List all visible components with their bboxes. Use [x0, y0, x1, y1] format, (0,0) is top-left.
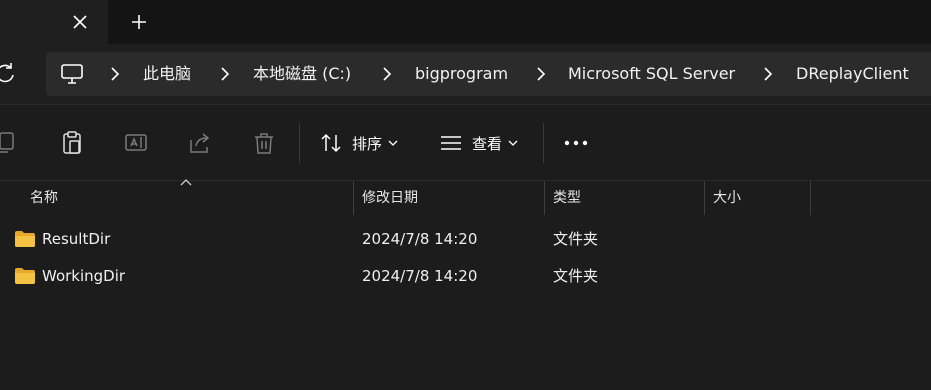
rename-icon[interactable]: [123, 130, 149, 156]
file-row[interactable]: ResultDir 2024/7/8 14:20 文件夹: [0, 221, 931, 257]
sort-ascending-icon: [180, 179, 192, 186]
computer-icon: [61, 64, 83, 84]
chevron-right-icon[interactable]: [761, 65, 775, 83]
column-divider[interactable]: [810, 181, 811, 215]
chevron-right-icon[interactable]: [380, 65, 394, 83]
refresh-icon[interactable]: [0, 62, 16, 84]
column-header-row: 名称 修改日期 类型 大小: [0, 179, 931, 215]
file-name: ResultDir: [42, 230, 111, 248]
sort-button[interactable]: 排序: [320, 125, 398, 161]
breadcrumb-local-disk[interactable]: 本地磁盘 (C:): [253, 52, 351, 96]
file-modified: 2024/7/8 14:20: [362, 230, 478, 248]
delete-icon[interactable]: [251, 130, 277, 156]
breadcrumb-microsoft-sql-server[interactable]: Microsoft SQL Server: [568, 52, 735, 96]
tab-close-button[interactable]: [66, 8, 94, 36]
chevron-down-icon: [508, 140, 518, 146]
column-header-size[interactable]: 大小: [713, 181, 741, 215]
tab-bar: [0, 0, 931, 44]
toolbar-divider: [543, 123, 544, 163]
view-label: 查看: [472, 134, 503, 153]
column-divider[interactable]: [544, 181, 545, 215]
folder-icon: [15, 231, 35, 247]
navigation-bar: 此电脑 本地磁盘 (C:) bigprogram Microsoft SQL S…: [0, 44, 931, 104]
more-icon[interactable]: [563, 136, 589, 150]
column-header-name[interactable]: 名称: [30, 181, 58, 215]
column-header-modified[interactable]: 修改日期: [362, 181, 418, 215]
view-icon: [441, 136, 461, 150]
file-modified: 2024/7/8 14:20: [362, 267, 478, 285]
file-name: WorkingDir: [42, 267, 126, 285]
chevron-down-icon: [388, 140, 398, 146]
chevron-right-icon[interactable]: [218, 65, 232, 83]
plus-icon: [132, 15, 146, 29]
view-button[interactable]: 查看: [440, 125, 518, 161]
file-type: 文件夹: [553, 267, 599, 285]
folder-icon: [15, 268, 35, 284]
sort-label: 排序: [352, 134, 383, 153]
copy-icon[interactable]: [0, 130, 18, 156]
close-icon: [73, 15, 87, 29]
paste-icon[interactable]: [59, 130, 85, 156]
file-row[interactable]: WorkingDir 2024/7/8 14:20 文件夹: [0, 258, 931, 294]
column-divider[interactable]: [704, 181, 705, 215]
breadcrumb-this-pc[interactable]: 此电脑: [143, 52, 191, 96]
column-divider[interactable]: [353, 181, 354, 215]
address-bar[interactable]: 此电脑 本地磁盘 (C:) bigprogram Microsoft SQL S…: [46, 52, 931, 96]
breadcrumb-dreplayclient[interactable]: DReplayClient: [796, 52, 909, 96]
command-toolbar: 排序 查看: [0, 104, 931, 180]
file-type: 文件夹: [553, 230, 599, 248]
breadcrumb-bigprogram[interactable]: bigprogram: [415, 52, 508, 96]
column-header-type[interactable]: 类型: [553, 181, 581, 215]
chevron-right-icon[interactable]: [534, 65, 548, 83]
chevron-right-icon[interactable]: [108, 65, 122, 83]
sort-icon: [321, 133, 341, 153]
share-icon[interactable]: [187, 130, 213, 156]
new-tab-button[interactable]: [125, 8, 153, 36]
toolbar-divider: [299, 123, 300, 163]
